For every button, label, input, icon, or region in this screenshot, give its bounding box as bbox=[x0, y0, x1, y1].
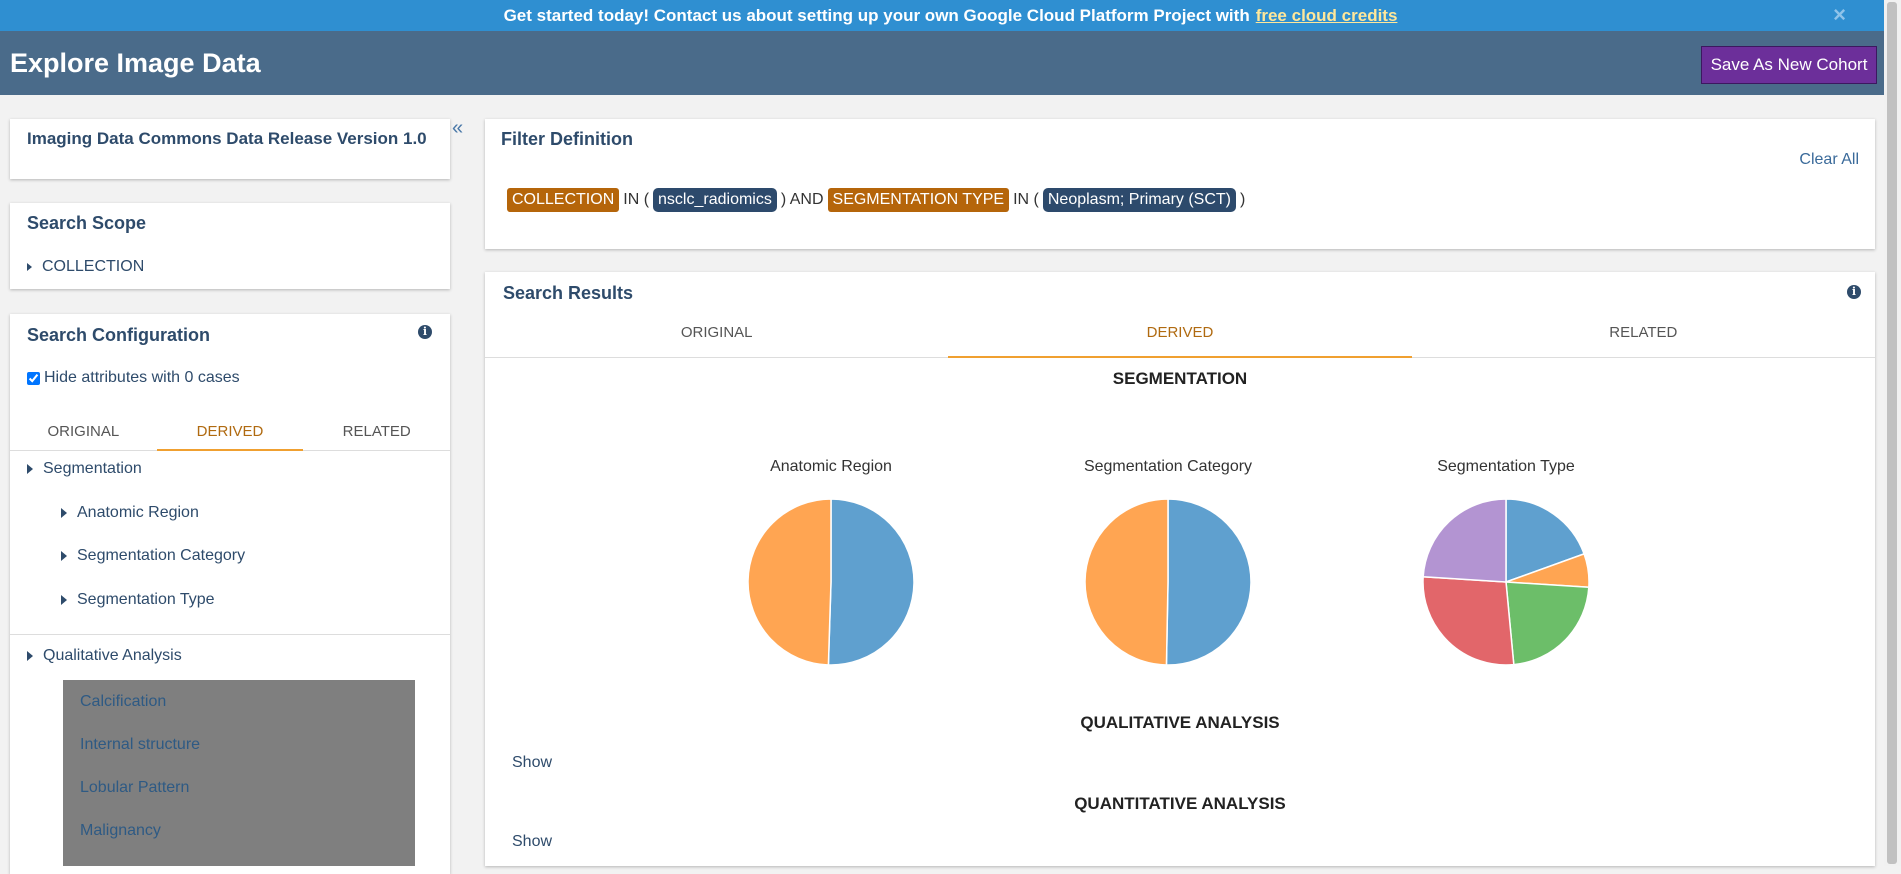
search-config-title: Search Configuration bbox=[27, 325, 211, 345]
filter-value-chip[interactable]: nsclc_radiomics bbox=[653, 188, 777, 212]
hide-zero-checkbox[interactable] bbox=[27, 371, 40, 385]
scrollbar-thumb[interactable] bbox=[1887, 2, 1897, 864]
page-title: Explore Image Data bbox=[10, 48, 261, 78]
release-card: Imaging Data Commons Data Release Versio… bbox=[10, 119, 450, 179]
search-results-title: Search Results bbox=[503, 283, 634, 303]
quantitative-analysis-heading: QUANTITATIVE ANALYSIS bbox=[1074, 794, 1286, 813]
search-scope-card: Search Scope COLLECTION bbox=[10, 203, 450, 289]
collapse-sidebar-icon[interactable]: « bbox=[452, 117, 463, 140]
qualitative-overlay: Calcification Internal structure Lobular… bbox=[63, 680, 415, 866]
results-tab-original[interactable]: ORIGINAL bbox=[485, 315, 948, 357]
filter-definition-title: Filter Definition bbox=[501, 129, 633, 149]
filter-close: ) bbox=[1240, 191, 1246, 208]
page-header: Explore Image Data Save As New Cohort bbox=[0, 31, 1901, 95]
chart-title: Segmentation Type bbox=[1437, 458, 1575, 475]
chart-title: Anatomic Region bbox=[770, 458, 892, 475]
free-credits-link[interactable]: free cloud credits bbox=[1256, 6, 1398, 26]
config-tab-original[interactable]: ORIGINAL bbox=[10, 417, 157, 450]
segmentation-category-pie-chart[interactable] bbox=[1083, 497, 1253, 667]
caret-right-icon bbox=[61, 550, 67, 561]
save-as-new-cohort-button[interactable]: Save As New Cohort bbox=[1701, 46, 1877, 84]
pie-slice[interactable] bbox=[827, 498, 915, 666]
filter-expression: COLLECTION IN ( nsclc_radiomics ) AND SE… bbox=[507, 188, 1249, 212]
tree-item-lobular-pattern[interactable]: Lobular Pattern bbox=[80, 779, 189, 797]
results-tab-derived[interactable]: DERIVED bbox=[948, 315, 1412, 358]
caret-right-icon bbox=[27, 463, 33, 474]
filter-chip-collection[interactable]: COLLECTION bbox=[507, 188, 620, 212]
pie-slice[interactable] bbox=[1165, 498, 1252, 666]
filter-definition-card: Filter Definition Clear All COLLECTION I… bbox=[485, 119, 1875, 249]
results-tab-related[interactable]: RELATED bbox=[1412, 315, 1875, 357]
config-tab-related[interactable]: RELATED bbox=[303, 417, 450, 450]
filter-and: ) AND bbox=[780, 191, 824, 208]
filter-value-chip[interactable]: Neoplasm; Primary (SCT) bbox=[1042, 188, 1237, 212]
filter-op: IN ( bbox=[623, 191, 650, 208]
filter-op: IN ( bbox=[1013, 191, 1039, 208]
search-results-card: Search Results i ORIGINAL DERIVED RELATE… bbox=[485, 272, 1875, 866]
tree-item-internal-structure[interactable]: Internal structure bbox=[80, 736, 200, 754]
tree-item-segmentation-type[interactable]: Segmentation Type bbox=[61, 591, 215, 609]
segmentation-type-pie-chart[interactable] bbox=[1421, 497, 1591, 667]
caret-right-icon bbox=[27, 262, 32, 271]
search-scope-title: Search Scope bbox=[27, 213, 147, 233]
announcement-banner: Get started today! Contact us about sett… bbox=[0, 0, 1901, 31]
tree-item-malignancy[interactable]: Malignancy bbox=[80, 822, 161, 840]
pie-slice[interactable] bbox=[747, 498, 832, 666]
close-icon[interactable]: × bbox=[1833, 2, 1846, 28]
show-qualitative-link[interactable]: Show bbox=[512, 754, 552, 772]
pie-slice[interactable] bbox=[1422, 498, 1507, 583]
release-title: Imaging Data Commons Data Release Versio… bbox=[27, 129, 427, 148]
tree-item-segmentation[interactable]: Segmentation bbox=[27, 460, 142, 478]
segmentation-heading: SEGMENTATION bbox=[1112, 369, 1248, 388]
page-scrollbar[interactable] bbox=[1884, 0, 1901, 866]
config-tabs: ORIGINAL DERIVED RELATED bbox=[10, 417, 450, 451]
caret-right-icon bbox=[27, 650, 33, 661]
clear-all-link[interactable]: Clear All bbox=[1799, 151, 1859, 169]
info-icon[interactable]: i bbox=[418, 325, 432, 339]
pie-slice[interactable] bbox=[1505, 581, 1590, 666]
hide-zero-option: Hide attributes with 0 cases bbox=[27, 369, 240, 387]
caret-right-icon bbox=[61, 594, 67, 605]
config-tab-derived[interactable]: DERIVED bbox=[156, 417, 304, 451]
show-quantitative-link[interactable]: Show bbox=[512, 833, 552, 851]
filter-chip-segmentation-type[interactable]: SEGMENTATION TYPE bbox=[827, 188, 1010, 212]
scope-item-collection[interactable]: COLLECTION bbox=[27, 258, 144, 276]
info-icon[interactable]: i bbox=[1847, 285, 1861, 299]
results-tabs: ORIGINAL DERIVED RELATED bbox=[485, 315, 1875, 358]
chart-title: Segmentation Category bbox=[1083, 458, 1253, 475]
pie-slice[interactable] bbox=[1084, 498, 1169, 666]
qualitative-analysis-heading: QUALITATIVE ANALYSIS bbox=[1080, 713, 1280, 732]
pie-slice[interactable] bbox=[1422, 575, 1515, 666]
anatomic-region-pie-chart[interactable] bbox=[746, 497, 916, 667]
tree-item-segmentation-category[interactable]: Segmentation Category bbox=[61, 547, 245, 565]
banner-text: Get started today! Contact us about sett… bbox=[503, 5, 1250, 25]
tree-item-calcification[interactable]: Calcification bbox=[80, 693, 166, 711]
tree-item-anatomic-region[interactable]: Anatomic Region bbox=[61, 504, 199, 522]
tree-item-qualitative-analysis[interactable]: Qualitative Analysis bbox=[27, 647, 182, 665]
caret-right-icon bbox=[61, 507, 67, 518]
hide-zero-label: Hide attributes with 0 cases bbox=[44, 369, 240, 386]
divider bbox=[10, 634, 450, 635]
